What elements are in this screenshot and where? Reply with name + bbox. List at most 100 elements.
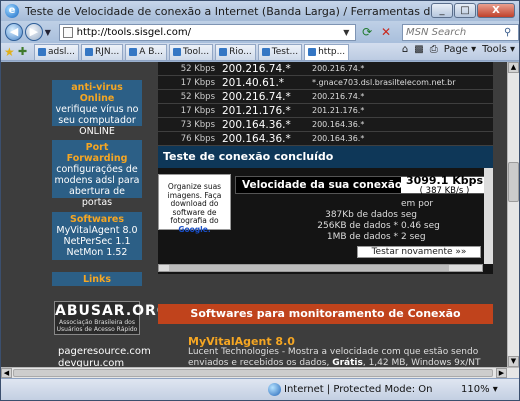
result-panel: Teste de conexão concluído Organize suas… [158, 146, 493, 274]
speed-label: Velocidade da sua conexão » [236, 177, 412, 193]
port-forwarding-text: configurações de modens adsl para abertu… [54, 164, 140, 208]
retest-button[interactable]: Testar novamente »» [357, 246, 481, 258]
stat-row: 256KB de dados * 0.46 seg [317, 221, 440, 231]
page-icon [62, 26, 73, 38]
kbps-cell: 73 Kbps [180, 119, 215, 130]
status-bar: Internet | Protected Mode: On 110% ▾ [1, 378, 519, 400]
speed-value-box: 3099.1 Kbps ( 387 KB/s ) [401, 175, 488, 196]
software-link[interactable]: NetPerSec 1.1 [54, 236, 140, 247]
tab-favicon-icon [85, 48, 93, 56]
ie-logo-icon: e [5, 4, 19, 18]
port-forwarding-box[interactable]: Port Forwarding configurações de modens … [52, 140, 142, 208]
stat-row: 1MB de dados * 2 seg [326, 232, 426, 242]
page-menu[interactable]: Page ▾ [444, 44, 476, 55]
ip-results-table: 52 Kbps 200.216.74.* 200.216.74.* 17 Kbp… [158, 62, 493, 146]
software-link[interactable]: MyVitalAgent 8.0 [54, 225, 140, 236]
abusar-banner[interactable]: ABUSAR.ORG Associação Brasileira dos Usu… [54, 301, 168, 335]
page-content: anti-virus Online verifique vírus no seu… [1, 62, 507, 367]
scroll-thumb[interactable] [508, 162, 519, 202]
history-dropdown-icon[interactable]: ▼ [45, 28, 55, 37]
stop-icon[interactable]: ✕ [378, 24, 394, 40]
window-controls: _ □ X [431, 3, 515, 18]
table-row: 17 Kbps 201.21.176.* 201.21.176.* [158, 104, 493, 118]
kbps-cell: 52 Kbps [180, 91, 215, 102]
zoom-level[interactable]: 110% ▾ [461, 384, 498, 395]
tools-menu[interactable]: Tools ▾ [482, 44, 515, 55]
minimize-button[interactable]: _ [431, 3, 453, 18]
port-forwarding-title: Port Forwarding [66, 142, 128, 164]
links-box: Links [52, 272, 142, 286]
host-cell: 201.21.176.* [312, 106, 365, 115]
search-icon[interactable]: ⚲ [504, 27, 518, 38]
print-icon[interactable]: ⎙ [430, 44, 438, 55]
tab-favicon-icon [38, 48, 46, 56]
abusar-subtitle: Associação Brasileira dos Usuários de Ac… [56, 319, 138, 333]
home-icon[interactable]: ⌂ [402, 44, 408, 55]
host-cell: 200.216.74.* [312, 92, 365, 101]
tab[interactable]: Test... [257, 43, 303, 60]
scroll-thumb[interactable] [13, 369, 493, 377]
result-stats: 387Kb de dadosem por seg 256KB de dados … [298, 199, 448, 243]
maximize-button[interactable]: □ [454, 3, 476, 18]
ad-brand: Google. [178, 224, 211, 234]
browser-window: e Teste de Velocidade de conexão a Inter… [0, 0, 520, 401]
ad-text: Organize suas imagens. Faça download do … [167, 182, 222, 225]
title-bar: e Teste de Velocidade de conexão a Inter… [1, 1, 519, 21]
host-cell: 200.216.74.* [312, 64, 365, 73]
kbps-cell: 52 Kbps [180, 63, 215, 74]
tab[interactable]: Rio... [215, 43, 256, 60]
google-ad[interactable]: Organize suas imagens. Faça download do … [158, 174, 231, 233]
tab-favicon-icon [308, 48, 317, 56]
table-row: 76 Kbps 200.164.36.* 200.164.36.* [158, 132, 493, 146]
tab-favicon-icon [129, 48, 138, 56]
scroll-thumb[interactable] [169, 265, 449, 271]
main-column: 52 Kbps 200.216.74.* 200.216.74.* 17 Kbp… [158, 62, 493, 367]
scroll-left-icon[interactable]: ◀ [1, 368, 12, 378]
horizontal-scrollbar[interactable]: ◀ ▶ [1, 367, 519, 378]
software-link[interactable]: NetMon 1.52 [54, 247, 140, 258]
antivirus-text: verifique vírus no seu computador ONLINE [55, 104, 139, 137]
search-input[interactable]: MSN Search [406, 27, 504, 38]
address-input[interactable]: http://tools.sisgel.com/ [77, 27, 344, 38]
panel-scrollbar[interactable] [484, 168, 493, 264]
link-devguru[interactable]: devguru.com [58, 358, 124, 367]
feeds-icon[interactable]: ▩ [414, 44, 423, 55]
tab[interactable]: Tool... [169, 43, 214, 60]
antivirus-title: anti-virus Online [71, 82, 123, 104]
softwares-box: Softwares MyVitalAgent 8.0 NetPerSec 1.1… [52, 212, 142, 260]
table-row: 73 Kbps 200.164.36.* 200.164.36.* [158, 118, 493, 132]
host-cell: 200.164.36.* [312, 120, 365, 129]
link-pageresource[interactable]: pageresource.com [58, 346, 151, 357]
address-bar[interactable]: http://tools.sisgel.com/ ▼ [58, 23, 357, 41]
host-cell: 200.164.36.* [312, 134, 365, 143]
tab[interactable]: A B... [125, 43, 168, 60]
search-box[interactable]: MSN Search ⚲ [401, 23, 520, 41]
table-row: 52 Kbps 200.216.74.* 200.216.74.* [158, 62, 493, 76]
refresh-icon[interactable]: ⟳ [359, 24, 375, 40]
antivirus-box[interactable]: anti-virus Online verifique vírus no seu… [52, 80, 142, 137]
internet-zone-icon [268, 383, 281, 396]
panel-horizontal-scrollbar[interactable] [158, 264, 483, 272]
address-dropdown-icon[interactable]: ▼ [343, 28, 355, 37]
softwares-title: Softwares [69, 214, 124, 225]
add-favorites-icon[interactable]: ✚ [18, 45, 32, 58]
links-title: Links [82, 274, 112, 285]
security-zone[interactable]: Internet | Protected Mode: On [284, 384, 432, 395]
tab-bar: ★ ✚ adsl... RJN... A B... Tool... Rio...… [1, 43, 519, 61]
tab[interactable]: RJN... [81, 43, 124, 60]
ip-cell: 200.216.74.* [222, 90, 291, 103]
ip-cell: 201.40.61.* [222, 76, 285, 89]
back-button[interactable]: ◀ [5, 23, 23, 41]
vertical-scrollbar[interactable]: ▲ ▼ [507, 62, 519, 367]
favorites-star-icon[interactable]: ★ [4, 45, 18, 59]
navigation-bar: ◀ ▶ ▼ http://tools.sisgel.com/ ▼ ⟳ ✕ MSN… [1, 21, 520, 43]
speed-result: Velocidade da sua conexão » 3099.1 Kbps … [235, 175, 489, 196]
scroll-down-icon[interactable]: ▼ [508, 356, 519, 367]
scroll-right-icon[interactable]: ▶ [496, 368, 507, 378]
tab[interactable]: adsl... [34, 43, 79, 60]
tab-active[interactable]: http... [304, 43, 350, 60]
close-button[interactable]: X [477, 3, 515, 18]
scroll-up-icon[interactable]: ▲ [508, 62, 519, 73]
forward-button[interactable]: ▶ [24, 23, 43, 41]
table-row: 17 Kbps 201.40.61.* *.gnace703.dsl.brasi… [158, 76, 493, 90]
